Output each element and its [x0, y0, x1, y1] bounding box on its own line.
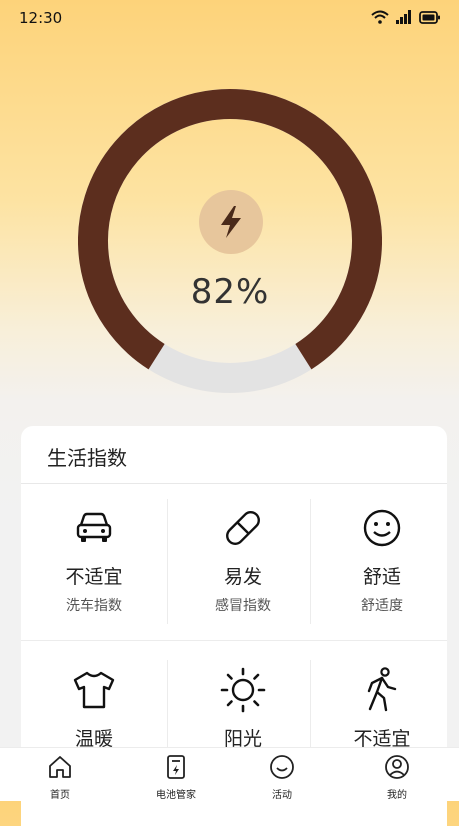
- row-divider: [21, 640, 447, 641]
- tshirt-icon: [23, 670, 165, 710]
- tab-label: 首页: [50, 790, 70, 801]
- activity-icon: [270, 755, 294, 779]
- wifi-icon: [371, 10, 389, 24]
- index-item-car-wash[interactable]: 不适宜 洗车指数: [23, 508, 165, 615]
- tab-profile[interactable]: 我的: [351, 754, 443, 801]
- signal-icon: [396, 10, 411, 24]
- tab-home[interactable]: 首页: [14, 754, 106, 801]
- smile-icon: [311, 508, 453, 548]
- status-bar: 12:30: [0, 0, 459, 38]
- status-time: 12:30: [19, 9, 63, 27]
- card-divider: [21, 483, 447, 484]
- index-item-dressing[interactable]: 温暖: [23, 670, 165, 751]
- index-label: 感冒指数: [215, 598, 271, 614]
- walking-icon: [311, 667, 453, 712]
- lightning-icon: [199, 190, 263, 254]
- index-item-sport[interactable]: 不适宜: [311, 667, 453, 751]
- battery-status-icon: [419, 10, 440, 24]
- battery-percent: 82%: [190, 272, 270, 312]
- sun-icon: [172, 667, 314, 713]
- home-icon: [49, 756, 71, 778]
- life-index-title: 生活指数: [47, 446, 127, 470]
- status-icons: [371, 10, 441, 24]
- index-value: 易发: [223, 566, 262, 588]
- tab-label: 我的: [387, 790, 407, 801]
- index-label: 洗车指数: [66, 598, 122, 614]
- tab-activity[interactable]: 活动: [236, 754, 328, 801]
- tab-label: 电池管家: [156, 790, 196, 801]
- tab-label: 活动: [272, 790, 292, 801]
- index-value: 不适宜: [65, 566, 123, 588]
- bottom-tab-bar: 首页 电池管家 活动 我的: [0, 747, 459, 801]
- battery-manager-icon: [167, 755, 185, 779]
- tab-battery-manager[interactable]: 电池管家: [130, 754, 222, 801]
- profile-icon: [385, 755, 409, 779]
- car-icon: [23, 508, 165, 548]
- pill-icon: [172, 508, 314, 548]
- index-item-uv[interactable]: 阳光: [172, 667, 314, 751]
- index-item-comfort[interactable]: 舒适 舒适度: [311, 508, 453, 615]
- column-divider: [167, 660, 168, 760]
- column-divider: [167, 499, 168, 624]
- index-label: 舒适度: [361, 598, 403, 614]
- index-item-cold[interactable]: 易发 感冒指数: [172, 508, 314, 615]
- index-value: 舒适: [362, 566, 401, 588]
